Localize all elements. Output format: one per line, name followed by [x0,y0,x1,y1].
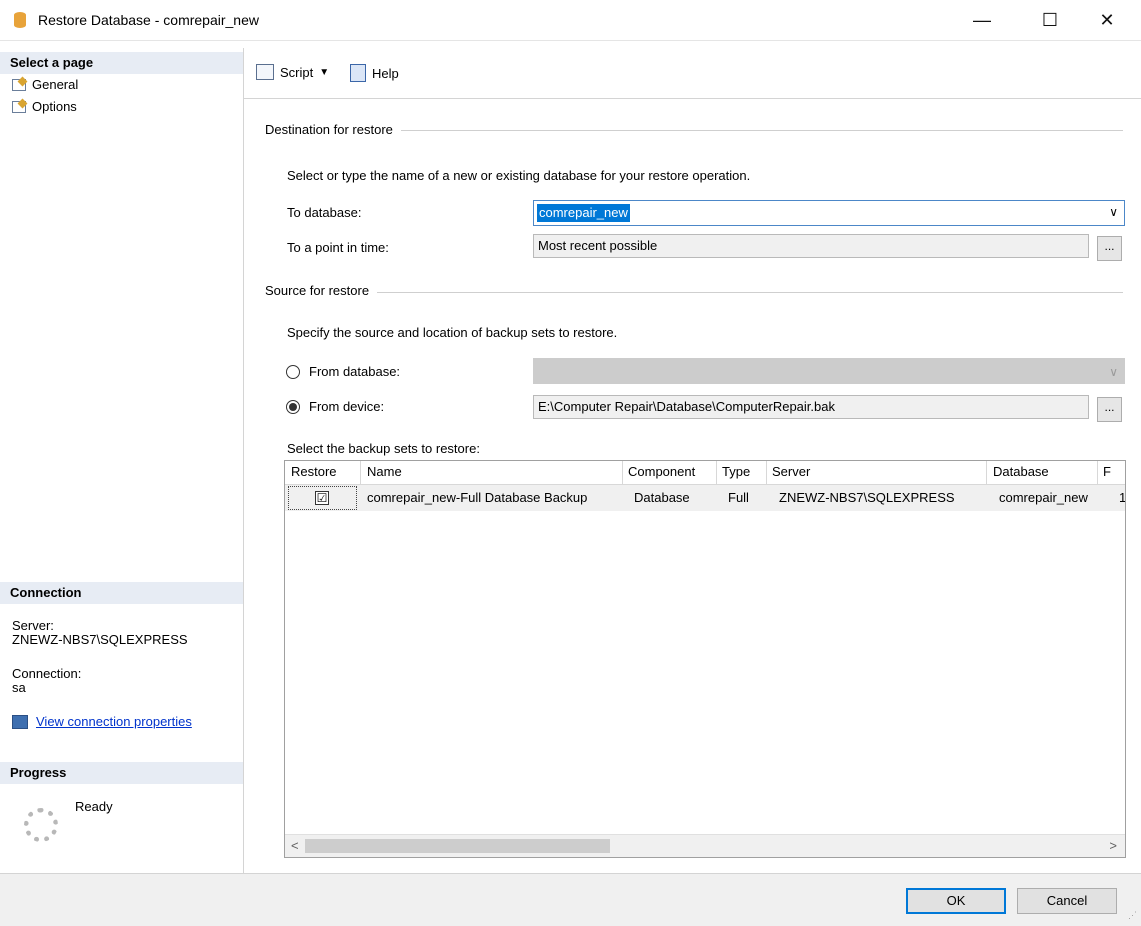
column-separator[interactable] [716,461,717,484]
window-title: Restore Database - comrepair_new [38,12,259,28]
from-device-browse-button[interactable]: ... [1097,397,1122,422]
chevron-down-icon: ∨ [1109,205,1118,219]
backup-sets-grid[interactable]: Restore Name Component Type Server Datab… [284,460,1126,858]
column-header-restore[interactable]: Restore [291,464,337,479]
cell-database: comrepair_new [999,490,1088,505]
database-icon [14,12,26,28]
page-item-label: General [32,77,79,92]
help-label: Help [372,65,399,81]
dropdown-arrow-icon: ▼ [319,66,330,78]
progress-spinner-icon [24,808,58,842]
scroll-right-arrow-icon[interactable]: > [1109,838,1117,853]
minimize-button[interactable]: — [959,0,1005,40]
destination-group-label: Destination for restore [265,122,401,137]
server-value: ZNEWZ-NBS7\SQLEXPRESS [12,632,188,647]
resize-grip-icon[interactable]: ⋰ [1128,911,1138,921]
column-header-component[interactable]: Component [628,464,695,479]
maximize-button[interactable]: ☐ [1027,0,1073,40]
chevron-down-icon: ∨ [1109,365,1118,379]
cell-component: Database [634,490,690,505]
from-device-label: From device: [309,399,385,414]
progress-header: Progress [0,762,243,784]
server-label: Server: [12,618,54,633]
from-database-combo[interactable]: ∨ [533,358,1125,384]
from-database-radio[interactable] [286,365,300,379]
restore-checkbox[interactable]: ☑ [315,491,329,505]
connection-header: Connection [0,582,243,604]
to-database-label: To database: [287,205,362,220]
cell-type: Full [728,490,749,505]
source-group-label: Source for restore [265,283,378,298]
connection-label: Connection: [12,666,82,681]
from-device-field[interactable]: E:\Computer Repair\Database\ComputerRepa… [533,395,1089,419]
cell-extra: 1 [1119,490,1126,505]
point-in-time-field[interactable]: Most recent possible [533,234,1089,258]
horizontal-scrollbar[interactable]: < > [285,834,1125,857]
cell-name: comrepair_new-Full Database Backup [367,490,588,505]
network-icon [12,714,28,729]
scroll-left-arrow-icon[interactable]: < [291,838,299,853]
view-connection-properties-link[interactable]: View connection properties [12,714,192,729]
select-page-header: Select a page [0,52,243,74]
grid-header: Restore Name Component Type Server Datab… [285,461,1125,485]
view-connection-link-text: View connection properties [36,714,192,729]
page-item-label: Options [32,99,77,114]
point-in-time-browse-button[interactable]: ... [1097,236,1122,261]
cancel-button[interactable]: Cancel [1017,888,1117,914]
toolbar: Script ▼ Help [244,48,1141,99]
script-label: Script [280,64,314,80]
source-group-line [265,292,1123,293]
column-header-type[interactable]: Type [722,464,750,479]
table-row[interactable]: ☑ comrepair_new-Full Database Backup Dat… [285,485,1125,511]
cell-server: ZNEWZ-NBS7\SQLEXPRESS [779,490,955,505]
help-button[interactable]: Help [350,64,399,82]
to-database-combo[interactable]: comrepair_new ∨ [533,200,1125,226]
column-separator[interactable] [1097,461,1098,484]
from-database-label: From database: [309,364,401,379]
page-icon [12,100,26,113]
column-separator[interactable] [766,461,767,484]
close-button[interactable]: ✕ [1084,0,1130,40]
column-header-database[interactable]: Database [993,464,1049,479]
script-button[interactable]: Script ▼ [256,64,329,80]
page-item-options[interactable]: Options [12,99,77,114]
column-separator[interactable] [360,461,361,484]
ok-button[interactable]: OK [906,888,1006,914]
from-device-radio[interactable] [286,400,300,414]
script-icon [256,64,274,80]
help-icon [350,64,366,82]
left-pane: Select a page General Options Connection… [0,48,244,873]
column-header-server[interactable]: Server [772,464,810,479]
title-bar: Restore Database - comrepair_new — ☐ ✕ [0,0,1141,41]
progress-status: Ready [75,799,113,814]
page-item-general[interactable]: General [12,77,78,92]
backup-sets-label: Select the backup sets to restore: [287,441,480,456]
column-separator[interactable] [986,461,987,484]
column-header-truncated[interactable]: F [1103,464,1111,479]
destination-instruction: Select or type the name of a new or exis… [287,168,751,183]
to-database-value: comrepair_new [537,204,630,222]
column-separator[interactable] [622,461,623,484]
column-header-name[interactable]: Name [367,464,402,479]
source-instruction: Specify the source and location of backu… [287,325,618,340]
scrollbar-thumb[interactable] [305,839,610,853]
connection-value: sa [12,680,26,695]
page-icon [12,78,26,91]
point-in-time-label: To a point in time: [287,240,389,255]
